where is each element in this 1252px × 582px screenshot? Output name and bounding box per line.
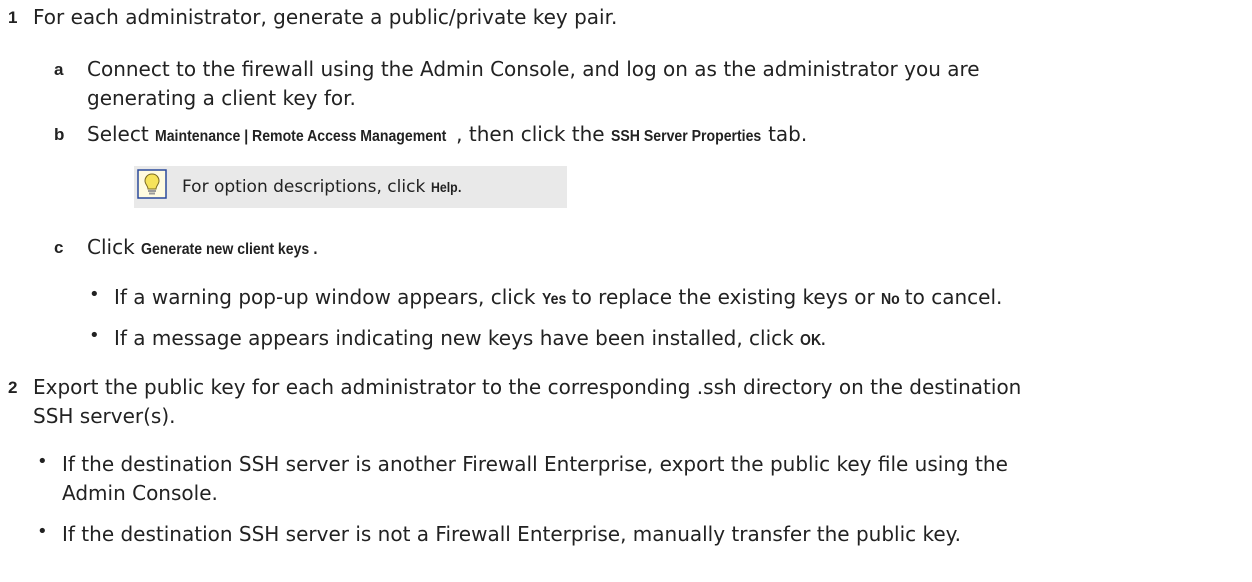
step-text-line: SSH server(s).: [33, 404, 176, 428]
bullet: •: [37, 451, 48, 472]
lightbulb-icon: [137, 169, 167, 204]
document-page: 1 For each administrator, generate a pub…: [0, 0, 1252, 582]
step-number: 2: [8, 378, 18, 397]
bullet-text: If a warning pop-up window appears, clic…: [114, 283, 1002, 314]
bullet-text: If a message appears indicating new keys…: [114, 324, 826, 355]
substep-text-line: Connect to the firewall using the Admin …: [87, 57, 980, 81]
step-number: 1: [8, 8, 18, 27]
substep-text: Select Maintenance | Remote Access Manag…: [87, 120, 807, 151]
tip-text: For option descriptions, click Help.: [182, 177, 463, 197]
ui-help-label: Help: [430, 179, 458, 195]
bullet: •: [89, 284, 100, 305]
ui-menu-path: Maintenance | Remote Access Management: [155, 128, 447, 145]
bullet-text-line: If the destination SSH server is not a F…: [62, 522, 962, 546]
bullet-text-line: Admin Console.: [62, 481, 218, 505]
bullet: •: [89, 325, 100, 346]
ui-no-label: No: [881, 291, 900, 308]
substep-text-line: generating a client key for.: [87, 86, 356, 110]
tip-box: For option descriptions, click Help.: [134, 166, 567, 208]
substep-text: Click Generate new client keys.: [87, 233, 319, 264]
bullet-text-line: If the destination SSH server is another…: [62, 452, 1008, 476]
substep-letter: b: [54, 125, 65, 144]
ui-ok-label: OK: [800, 332, 822, 349]
substep-letter: c: [54, 238, 64, 257]
ui-button-name: Generate new client keys: [141, 241, 310, 258]
step-text-line: Export the public key for each administr…: [33, 375, 1022, 399]
ui-yes-label: Yes: [541, 291, 567, 308]
substep-letter: a: [54, 60, 64, 79]
ui-tab-name: SSH Server Properties: [610, 128, 762, 145]
bullet: •: [37, 521, 48, 542]
step-text: For each administrator, generate a publi…: [33, 5, 618, 29]
